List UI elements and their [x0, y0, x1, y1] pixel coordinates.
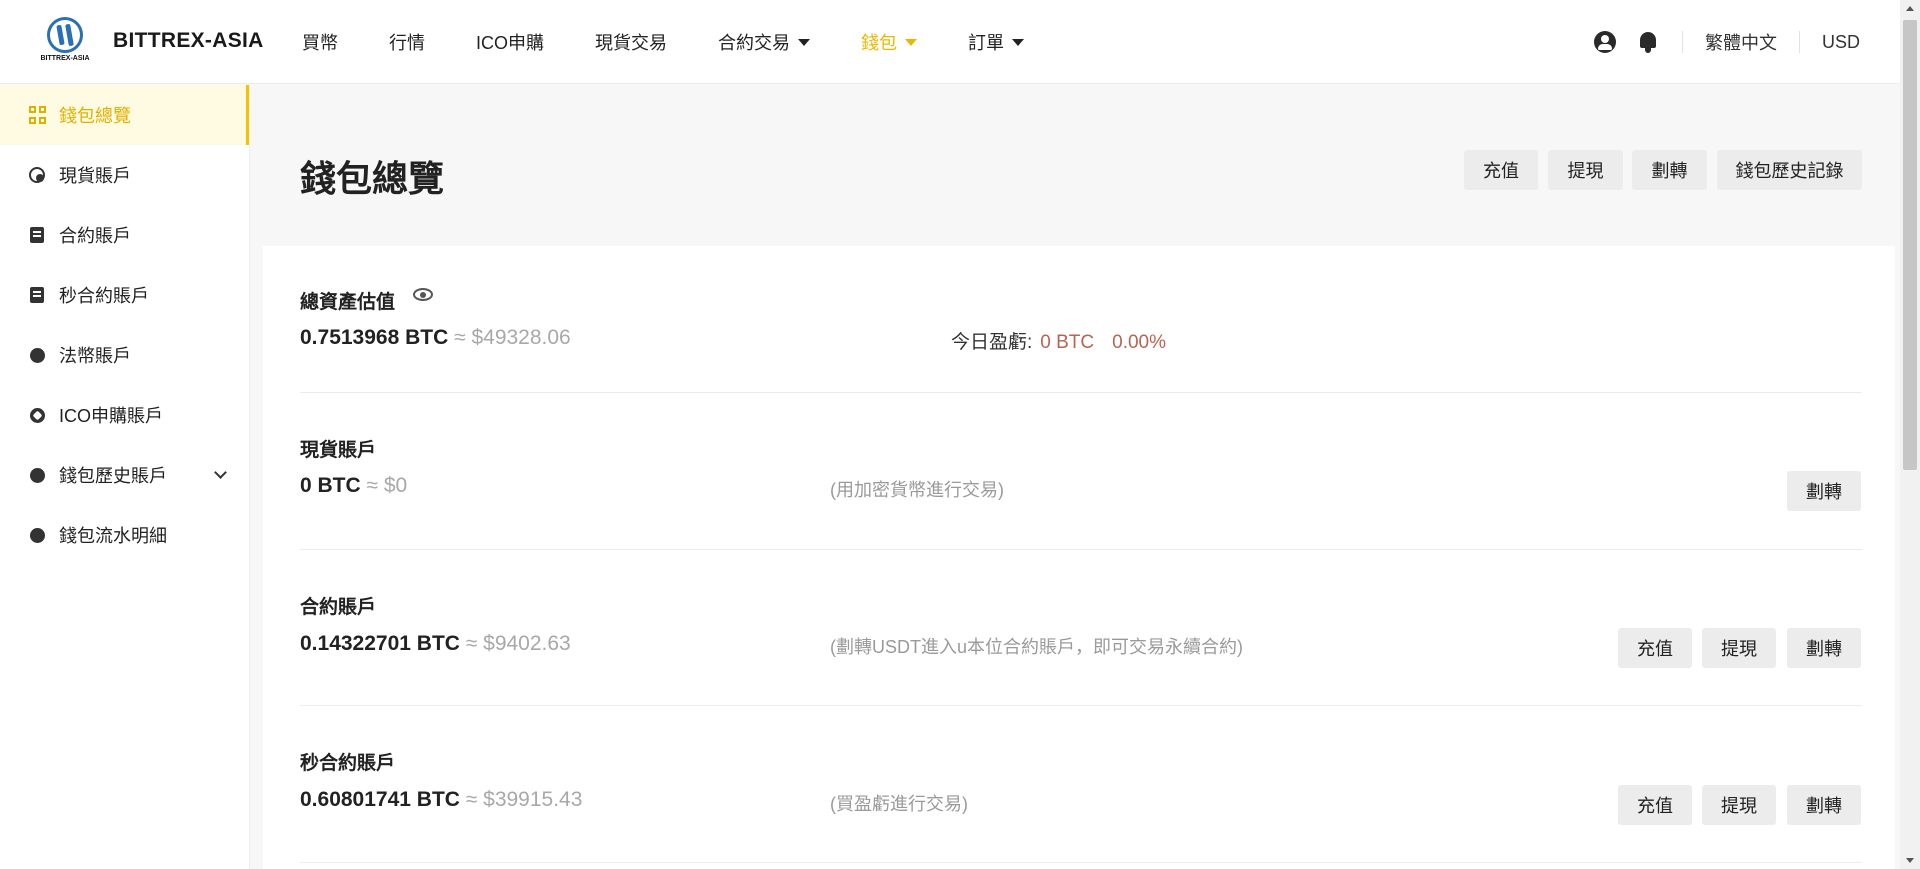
- nav-wallet[interactable]: 錢包: [861, 29, 918, 55]
- second-contract-transfer-button[interactable]: 劃轉: [1787, 785, 1861, 825]
- nav-label: ICO申購: [476, 33, 545, 53]
- sidebar-item-spot-account[interactable]: 現貨賬戶: [0, 145, 249, 205]
- ledger-icon: [28, 526, 46, 544]
- sidebar-item-wallet-history-account[interactable]: 錢包歷史賬戶: [0, 445, 249, 505]
- total-assets-title: 總資產估值: [300, 292, 396, 313]
- scroll-down-arrow-icon[interactable]: [1906, 858, 1914, 863]
- nav-buy-coins[interactable]: 買幣: [302, 29, 338, 55]
- brand-name[interactable]: BITTREX-ASIA: [113, 29, 264, 53]
- nav-label: 現貨交易: [595, 33, 668, 53]
- second-contract-account-amount: 0.60801741 BTC ≈ $39915.43: [300, 788, 582, 812]
- second-contract-account-note: (買盈虧進行交易): [830, 794, 968, 814]
- pnl-label: 今日盈虧:: [951, 332, 1033, 353]
- page-title: 錢包總覽: [300, 158, 445, 199]
- sidebar-item-label: 秒合約賬戶: [59, 286, 149, 306]
- sidebar-item-ico-account[interactable]: ICO申購賬戶: [0, 385, 249, 445]
- caret-down-icon: [798, 38, 811, 46]
- spot-usd: ≈ $0: [360, 474, 408, 497]
- sidebar-item-label: 錢包流水明細: [59, 526, 167, 546]
- logo-caption: BITTREX-ASIA: [40, 55, 90, 62]
- sidebar-item-label: 現貨賬戶: [59, 166, 131, 186]
- sidebar-item-second-contract-account[interactable]: 秒合約賬戶: [0, 265, 249, 325]
- second-contract-usd: ≈ $39915.43: [459, 788, 583, 811]
- contract-account-title: 合約賬戶: [300, 597, 377, 618]
- header-tools: 繁體中文 USD: [1593, 0, 1860, 84]
- pnl-percent: 0.00%: [1112, 332, 1167, 353]
- nav-orders[interactable]: 訂單: [968, 29, 1025, 55]
- language-selector[interactable]: 繁體中文: [1683, 29, 1799, 55]
- caret-down-icon: [1012, 38, 1025, 46]
- sidebar-item-label: 錢包歷史賬戶: [59, 466, 167, 486]
- transfer-button[interactable]: 劃轉: [1632, 150, 1707, 190]
- sidebar-item-fiat-account[interactable]: 法幣賬戶: [0, 325, 249, 385]
- divider: [300, 705, 1862, 706]
- nav-contract-trading[interactable]: 合約交易: [718, 29, 811, 55]
- nav-label: 合約交易: [718, 33, 791, 53]
- sidebar: 錢包總覽 現貨賬戶 合約賬戶 秒合約賬戶 法幣賬戶 ICO申購賬戶 錢包歷史賬戶…: [0, 85, 250, 869]
- clock-icon: [28, 466, 46, 484]
- today-pnl: 今日盈虧: 0 BTC 0.00%: [951, 327, 1166, 354]
- bell-icon[interactable]: [1638, 31, 1658, 53]
- spot-account-icon: [28, 166, 46, 184]
- contract-btc: 0.14322701 BTC: [300, 632, 460, 655]
- nav-label: 行情: [389, 33, 425, 53]
- withdraw-button[interactable]: 提現: [1548, 150, 1623, 190]
- wallet-history-button[interactable]: 錢包歷史記錄: [1717, 150, 1862, 190]
- eye-icon[interactable]: [413, 288, 433, 301]
- currency-selector[interactable]: USD: [1800, 32, 1860, 53]
- nav-label: 買幣: [302, 33, 338, 53]
- nav-label: 錢包: [861, 33, 898, 53]
- sidebar-item-label: 法幣賬戶: [59, 346, 131, 366]
- user-icon[interactable]: [1593, 31, 1616, 53]
- spot-account-note: (用加密貨幣進行交易): [830, 480, 1004, 500]
- contract-deposit-button[interactable]: 充值: [1618, 628, 1692, 668]
- page-scrollbar[interactable]: [1900, 0, 1920, 869]
- spot-transfer-button[interactable]: 劃轉: [1787, 471, 1861, 511]
- pnl-btc: 0 BTC: [1040, 332, 1095, 353]
- spot-account-title: 現貨賬戶: [300, 440, 377, 461]
- chevron-down-icon[interactable]: [214, 466, 227, 479]
- spot-account-amount: 0 BTC ≈ $0: [300, 474, 407, 498]
- sidebar-item-wallet-overview[interactable]: 錢包總覽: [0, 85, 249, 145]
- second-contract-deposit-button[interactable]: 充值: [1618, 785, 1692, 825]
- contract-transfer-button[interactable]: 劃轉: [1787, 628, 1861, 668]
- logo-icon: [47, 17, 83, 53]
- contract-withdraw-button[interactable]: 提現: [1702, 628, 1776, 668]
- sidebar-item-label: ICO申購賬戶: [59, 406, 164, 426]
- ico-icon: [28, 406, 46, 424]
- nav-ico[interactable]: ICO申購: [476, 29, 544, 55]
- dashboard-icon: [28, 106, 46, 124]
- fiat-coin-icon: [28, 346, 46, 364]
- second-contract-btc: 0.60801741 BTC: [300, 788, 460, 811]
- sidebar-item-label: 合約賬戶: [59, 226, 131, 246]
- nav-market[interactable]: 行情: [389, 29, 425, 55]
- divider: [300, 862, 1862, 863]
- nav-label: 訂單: [968, 33, 1005, 53]
- second-contract-withdraw-button[interactable]: 提現: [1702, 785, 1776, 825]
- total-btc: 0.7513968 BTC: [300, 326, 449, 349]
- deposit-button[interactable]: 充值: [1464, 150, 1538, 190]
- main-nav: 買幣 行情 ICO申購 現貨交易 合約交易 錢包 訂單: [302, 0, 1075, 84]
- nav-spot-trading[interactable]: 現貨交易: [595, 29, 667, 55]
- sidebar-item-wallet-ledger[interactable]: 錢包流水明細: [0, 505, 249, 565]
- contract-account-amount: 0.14322701 BTC ≈ $9402.63: [300, 632, 571, 656]
- total-assets-amount: 0.7513968 BTC ≈ $49328.06: [300, 326, 571, 350]
- divider: [300, 392, 1862, 393]
- clipboard-icon: [28, 286, 46, 304]
- scrollbar-thumb[interactable]: [1903, 20, 1917, 470]
- second-contract-account-title: 秒合約賬戶: [300, 753, 396, 774]
- top-header: BITTREX-ASIA BITTREX-ASIA 買幣 行情 ICO申購 現貨…: [0, 0, 1900, 84]
- contract-account-icon: [28, 226, 46, 244]
- scroll-up-arrow-icon[interactable]: [1906, 6, 1914, 11]
- contract-account-note: (劃轉USDT進入u本位合約賬戶，即可交易永續合約): [830, 637, 1243, 657]
- contract-usd: ≈ $9402.63: [459, 632, 571, 655]
- site-logo[interactable]: BITTREX-ASIA: [40, 17, 90, 67]
- sidebar-item-contract-account[interactable]: 合約賬戶: [0, 205, 249, 265]
- sidebar-item-label: 錢包總覽: [59, 106, 131, 126]
- spot-btc: 0 BTC: [300, 474, 361, 497]
- total-usd: ≈ $49328.06: [448, 326, 571, 349]
- divider: [300, 549, 1862, 550]
- caret-down-icon: [905, 38, 918, 46]
